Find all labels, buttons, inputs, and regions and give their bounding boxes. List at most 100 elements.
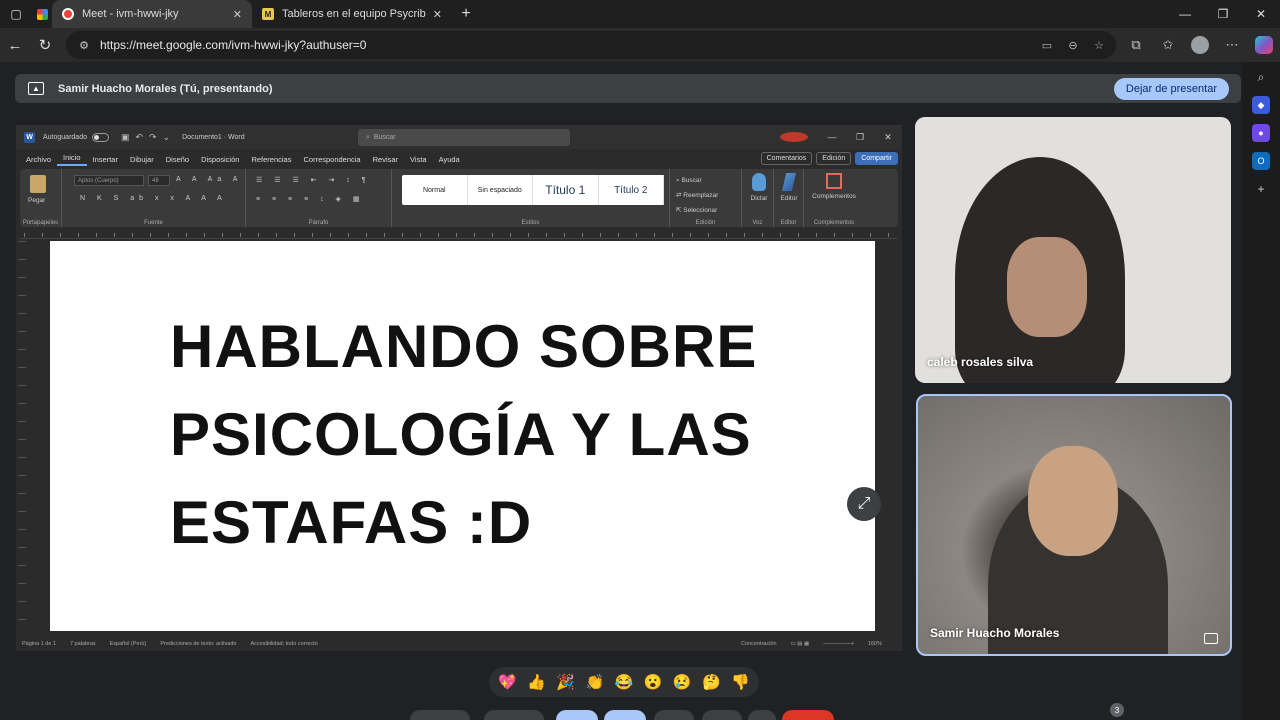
- tab-referencias[interactable]: Referencias: [245, 155, 297, 164]
- reaction-clap[interactable]: 👏: [582, 673, 608, 691]
- options-button[interactable]: [748, 710, 776, 720]
- focus-mode-button[interactable]: Concentración: [741, 641, 776, 647]
- close-window-icon[interactable]: ✕: [1242, 0, 1280, 28]
- extensions-icon[interactable]: ⧉: [1120, 29, 1152, 61]
- site-info-icon[interactable]: ⚙: [76, 37, 92, 53]
- close-icon[interactable]: ✕: [233, 8, 242, 21]
- reaction-thumbs-up[interactable]: 👍: [524, 673, 550, 691]
- paste-icon[interactable]: [30, 175, 46, 193]
- close-icon[interactable]: ✕: [433, 8, 442, 21]
- account-avatar[interactable]: [780, 132, 808, 142]
- style-normal[interactable]: Normal: [402, 175, 468, 205]
- tab-archivo[interactable]: Archivo: [20, 155, 57, 164]
- tab-inicio[interactable]: Inicio: [57, 153, 87, 166]
- camera-button[interactable]: [484, 710, 544, 720]
- reaction-thumbs-down[interactable]: 👎: [727, 673, 753, 691]
- tab-insertar[interactable]: Insertar: [87, 155, 124, 164]
- tab-meet[interactable]: Meet - ivm-hwwi-jky ✕: [52, 0, 252, 28]
- document-page[interactable]: HABLANDO SOBRE PSICOLOGÍA Y LAS ESTAFAS …: [50, 241, 875, 631]
- more-options-button[interactable]: [702, 710, 742, 720]
- addins-button[interactable]: Complementos: [806, 173, 862, 200]
- tab-revisar[interactable]: Revisar: [367, 155, 404, 164]
- mic-button[interactable]: [410, 710, 470, 720]
- autosave-toggle[interactable]: [91, 132, 109, 142]
- zoom-icon[interactable]: ⊖: [1064, 36, 1082, 54]
- quick-access-icons[interactable]: ▣↶↷⌄: [121, 132, 176, 143]
- participant-tile-self[interactable]: Samir Huacho Morales: [916, 394, 1232, 656]
- view-buttons[interactable]: ▭ ▤ ▦: [791, 641, 810, 647]
- zoom-slider[interactable]: —————+: [823, 641, 854, 647]
- editing-mode-button[interactable]: Edición: [816, 152, 852, 165]
- tab-correspondencia[interactable]: Correspondencia: [297, 155, 366, 164]
- more-menu-icon[interactable]: ⋯: [1216, 29, 1248, 61]
- captions-button[interactable]: [556, 710, 598, 720]
- profile-avatar[interactable]: [1191, 36, 1209, 54]
- reaction-party[interactable]: 🎉: [553, 673, 579, 691]
- tab-diseno[interactable]: Diseño: [160, 155, 195, 164]
- predictions-status[interactable]: Predicciones de texto: activado: [160, 641, 236, 647]
- font-size-select[interactable]: 48: [148, 175, 170, 186]
- replace-button[interactable]: ⇄ Reemplazar: [676, 188, 718, 203]
- back-button[interactable]: ←: [0, 30, 30, 60]
- minimize-icon[interactable]: —: [1166, 0, 1204, 28]
- restore-icon[interactable]: ❐: [846, 132, 874, 143]
- cast-icon[interactable]: ▭: [1038, 36, 1056, 54]
- paste-button[interactable]: Pegar: [28, 197, 45, 204]
- reaction-sad[interactable]: 😢: [669, 673, 695, 691]
- url-field[interactable]: ⚙ https://meet.google.com/ivm-hwwi-jky?a…: [66, 31, 1116, 59]
- present-button[interactable]: [604, 710, 646, 720]
- leave-call-button[interactable]: [782, 710, 834, 720]
- dictate-button[interactable]: Dictar: [746, 173, 772, 202]
- horizontal-ruler[interactable]: [20, 231, 898, 239]
- new-tab-button[interactable]: +: [452, 0, 480, 28]
- style-heading-2[interactable]: Título 2: [599, 175, 664, 205]
- tab-disposicion[interactable]: Disposición: [195, 155, 245, 164]
- copilot-icon[interactable]: [1255, 36, 1273, 54]
- participants-count-badge[interactable]: 3: [1110, 703, 1124, 717]
- add-icon[interactable]: +: [1252, 180, 1270, 198]
- search-icon[interactable]: ⌕: [1252, 68, 1270, 86]
- tools-icon[interactable]: ●: [1252, 124, 1270, 142]
- list-buttons[interactable]: ☰ ☰ ☰ ⇤ ⇥ ↕ ¶: [256, 176, 371, 184]
- raise-hand-button[interactable]: [654, 710, 694, 720]
- restore-icon[interactable]: ❐: [1204, 0, 1242, 28]
- font-size-buttons[interactable]: A A Aa A: [176, 176, 242, 183]
- reaction-thinking[interactable]: 🤔: [698, 673, 724, 691]
- minimize-icon[interactable]: —: [818, 132, 846, 142]
- refresh-button[interactable]: ↻: [30, 30, 60, 60]
- vertical-ruler[interactable]: [18, 241, 26, 631]
- style-heading-1[interactable]: Título 1: [533, 175, 599, 205]
- tab-miro[interactable]: M Tableros en el equipo Psycrib - Mi ✕: [252, 0, 452, 28]
- participant-tile[interactable]: caleb rosales silva: [915, 117, 1231, 383]
- select-button[interactable]: ⇱ Seleccionar: [676, 203, 718, 218]
- tab-ayuda[interactable]: Ayuda: [433, 155, 466, 164]
- tab-vista[interactable]: Vista: [404, 155, 433, 164]
- outlook-icon[interactable]: O: [1252, 152, 1270, 170]
- tab-dibujar[interactable]: Dibujar: [124, 155, 160, 164]
- favorite-star-icon[interactable]: ☆: [1090, 36, 1108, 54]
- language-status[interactable]: Español (Perú): [110, 641, 147, 647]
- reaction-surprised[interactable]: 😮: [640, 673, 666, 691]
- favorites-icon[interactable]: ✩: [1152, 29, 1184, 61]
- close-icon[interactable]: ✕: [874, 132, 902, 143]
- editor-button[interactable]: Editor: [776, 173, 802, 202]
- style-no-spacing[interactable]: Sin espaciado: [468, 175, 533, 205]
- expand-icon[interactable]: ⤢: [847, 487, 881, 521]
- picture-in-picture-icon[interactable]: [1204, 633, 1218, 644]
- format-buttons[interactable]: N K S ab x x A A A: [80, 195, 227, 202]
- shopping-icon[interactable]: ◆: [1252, 96, 1270, 114]
- word-search-box[interactable]: ⌕ Buscar: [358, 129, 570, 146]
- align-buttons[interactable]: ≡ ≡ ≡ ≡ ↕ ◈ ▦: [256, 195, 365, 203]
- workspaces-icon[interactable]: [32, 0, 52, 28]
- share-button[interactable]: Compartir: [855, 152, 898, 165]
- reaction-laugh[interactable]: 😂: [611, 673, 637, 691]
- window-menu-icon[interactable]: ▢: [0, 0, 32, 28]
- reaction-heart[interactable]: 💖: [495, 673, 521, 691]
- zoom-level[interactable]: 160%: [868, 641, 882, 647]
- font-name-select[interactable]: Aptos (Cuerpo): [74, 175, 144, 186]
- find-button[interactable]: ⌕ Buscar: [676, 173, 718, 188]
- accessibility-status[interactable]: Accesibilidad: todo correcto: [250, 641, 317, 647]
- stop-presenting-button[interactable]: Dejar de presentar: [1113, 78, 1229, 100]
- comments-button[interactable]: Comentarios: [760, 152, 813, 165]
- page-count[interactable]: Página 1 de 1: [22, 641, 56, 647]
